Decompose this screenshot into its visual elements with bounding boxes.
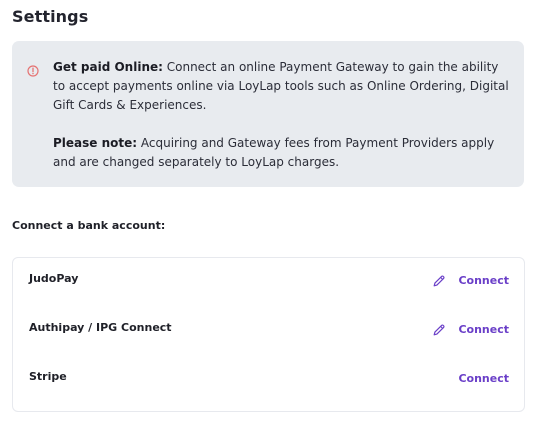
provider-row-judopay: JudoPay Connect: [13, 268, 524, 292]
pencil-icon: [432, 322, 446, 336]
provider-name: Stripe: [29, 370, 67, 383]
provider-name: Authipay / IPG Connect: [29, 321, 172, 334]
provider-row-authipay: Authipay / IPG Connect Connect: [13, 317, 524, 341]
notice-paragraph-online: Get paid Online: Connect an online Payme…: [53, 58, 511, 115]
authipay-connect-button[interactable]: Connect: [432, 319, 509, 339]
notice-heading-fees: Please note:: [53, 136, 138, 150]
provider-name: JudoPay: [29, 272, 79, 285]
judopay-connect-button[interactable]: Connect: [432, 270, 509, 290]
payment-notice-panel: Get paid Online: Connect an online Payme…: [12, 41, 524, 187]
stripe-connect-button[interactable]: Connect: [458, 368, 509, 388]
pencil-icon: [432, 273, 446, 287]
settings-page: Settings Get paid Online: Connect an onl…: [0, 0, 543, 424]
bank-section-label: Connect a bank account:: [12, 219, 166, 232]
notice-text: Get paid Online: Connect an online Payme…: [53, 58, 511, 172]
bank-providers-card: JudoPay Connect Authipay / IPG Connect C…: [12, 257, 525, 412]
connect-label: Connect: [458, 371, 509, 385]
connect-label: Connect: [458, 322, 509, 336]
provider-row-stripe: Stripe Connect: [13, 366, 524, 390]
connect-label: Connect: [458, 273, 509, 287]
notice-heading-online: Get paid Online:: [53, 60, 163, 74]
page-title: Settings: [12, 7, 89, 26]
alert-circle-icon: [27, 62, 39, 77]
notice-paragraph-fees: Please note: Acquiring and Gateway fees …: [53, 134, 511, 172]
